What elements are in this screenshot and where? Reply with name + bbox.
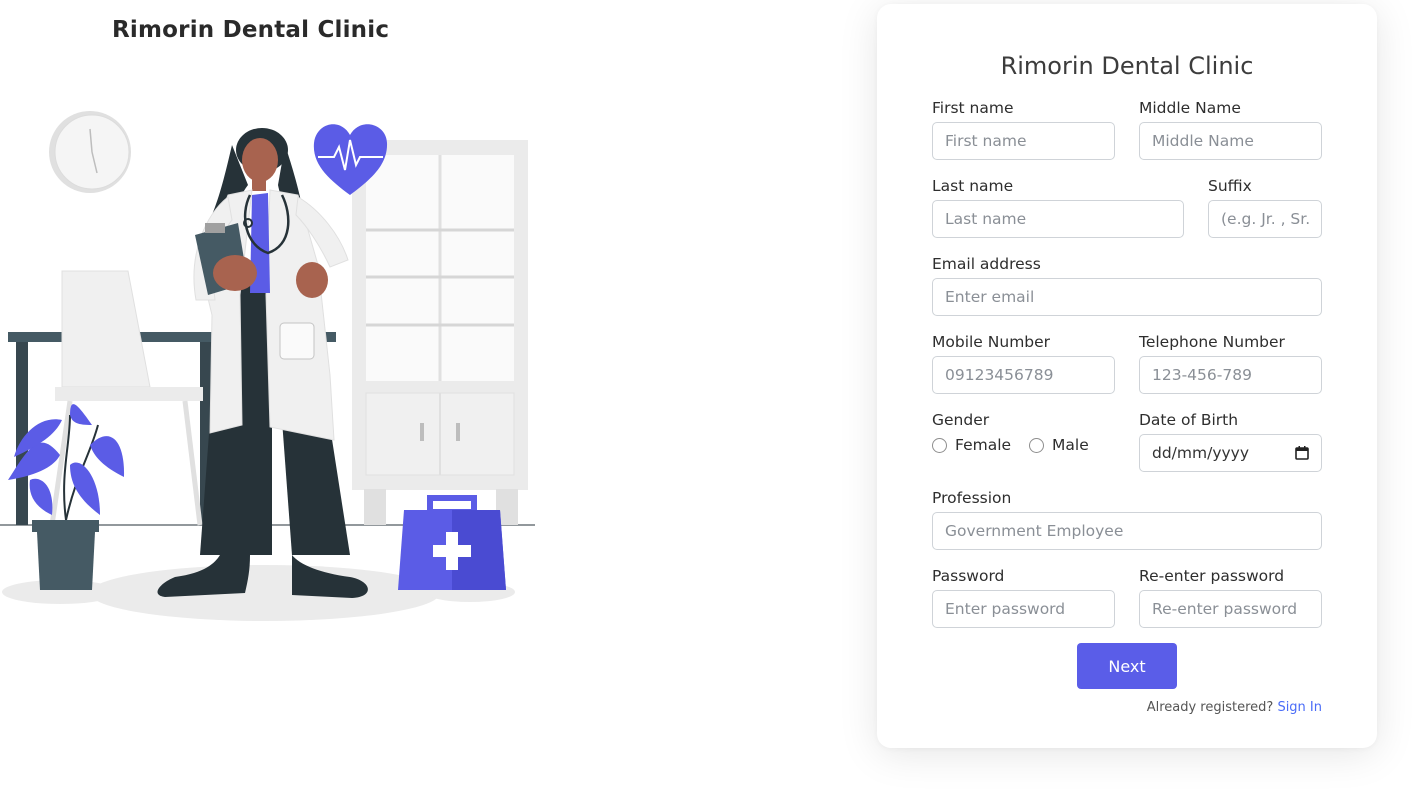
registration-card: Rimorin Dental Clinic First name Middle … (877, 4, 1377, 748)
dob-label: Date of Birth (1139, 411, 1239, 429)
female-radio-label: Female (955, 436, 1012, 454)
telephone-label: Telephone Number (1139, 333, 1285, 351)
signin-prompt: Already registered? Sign In (1147, 700, 1322, 715)
signin-link[interactable]: Sign In (1277, 700, 1322, 715)
first-name-label: First name (932, 99, 1014, 117)
dob-input[interactable]: dd/mm/yyyy (1139, 434, 1322, 472)
next-button[interactable]: Next (1077, 643, 1177, 689)
brand-title: Rimorin Dental Clinic (112, 17, 390, 43)
registration-page: Rimorin Dental Clinic Rimorin Dental Cli… (0, 0, 1415, 793)
mobile-label: Mobile Number (932, 333, 1051, 351)
gender-option-female[interactable]: Female (932, 436, 1011, 454)
middle-name-label: Middle Name (1139, 99, 1241, 117)
female-radio[interactable] (932, 437, 947, 453)
password-input[interactable] (932, 590, 1115, 628)
gender-field: Gender Female Male (932, 410, 1115, 456)
dob-field: Date of Birth dd/mm/yyyy (1139, 410, 1322, 472)
first-name-field: First name (932, 98, 1115, 160)
doctor-illustration (0, 111, 535, 621)
suffix-input[interactable] (1208, 200, 1322, 238)
gender-option-male[interactable]: Male (1029, 436, 1089, 454)
email-label: Email address (932, 255, 1041, 273)
last-name-input[interactable] (932, 200, 1184, 238)
repassword-field: Re-enter password (1139, 566, 1322, 628)
profession-field: Profession (932, 488, 1322, 550)
repassword-label: Re-enter password (1139, 567, 1285, 585)
clock-icon (49, 111, 131, 193)
email-input[interactable] (932, 278, 1322, 316)
male-radio[interactable] (1029, 437, 1045, 453)
cabinet (352, 140, 528, 525)
last-name-field: Last name (932, 176, 1184, 238)
gender-label: Gender (932, 411, 990, 429)
telephone-field: Telephone Number (1139, 332, 1322, 394)
last-name-label: Last name (932, 177, 1014, 195)
mobile-input[interactable] (932, 356, 1115, 394)
suffix-label: Suffix (1208, 177, 1252, 195)
form-title: Rimorin Dental Clinic (1000, 52, 1254, 80)
first-name-input[interactable] (932, 122, 1115, 160)
first-aid-kit-icon (398, 495, 506, 590)
suffix-field: Suffix (1208, 176, 1322, 238)
already-registered-text: Already registered? (1146, 700, 1274, 715)
repassword-input[interactable] (1139, 590, 1322, 628)
profession-input[interactable] (932, 512, 1322, 550)
telephone-input[interactable] (1139, 356, 1322, 394)
password-field: Password (932, 566, 1115, 628)
dob-value: dd/mm/yyyy (1152, 444, 1250, 462)
doctor-figure (157, 128, 368, 598)
email-field: Email address (932, 254, 1322, 316)
middle-name-field: Middle Name (1139, 98, 1322, 160)
middle-name-input[interactable] (1139, 122, 1322, 160)
profession-label: Profession (932, 489, 1012, 507)
mobile-field: Mobile Number (932, 332, 1115, 394)
male-radio-label: Male (1052, 436, 1089, 454)
calendar-icon[interactable] (1295, 446, 1309, 460)
gender-radio-group: Female Male (932, 434, 1115, 456)
password-label: Password (932, 567, 1005, 585)
